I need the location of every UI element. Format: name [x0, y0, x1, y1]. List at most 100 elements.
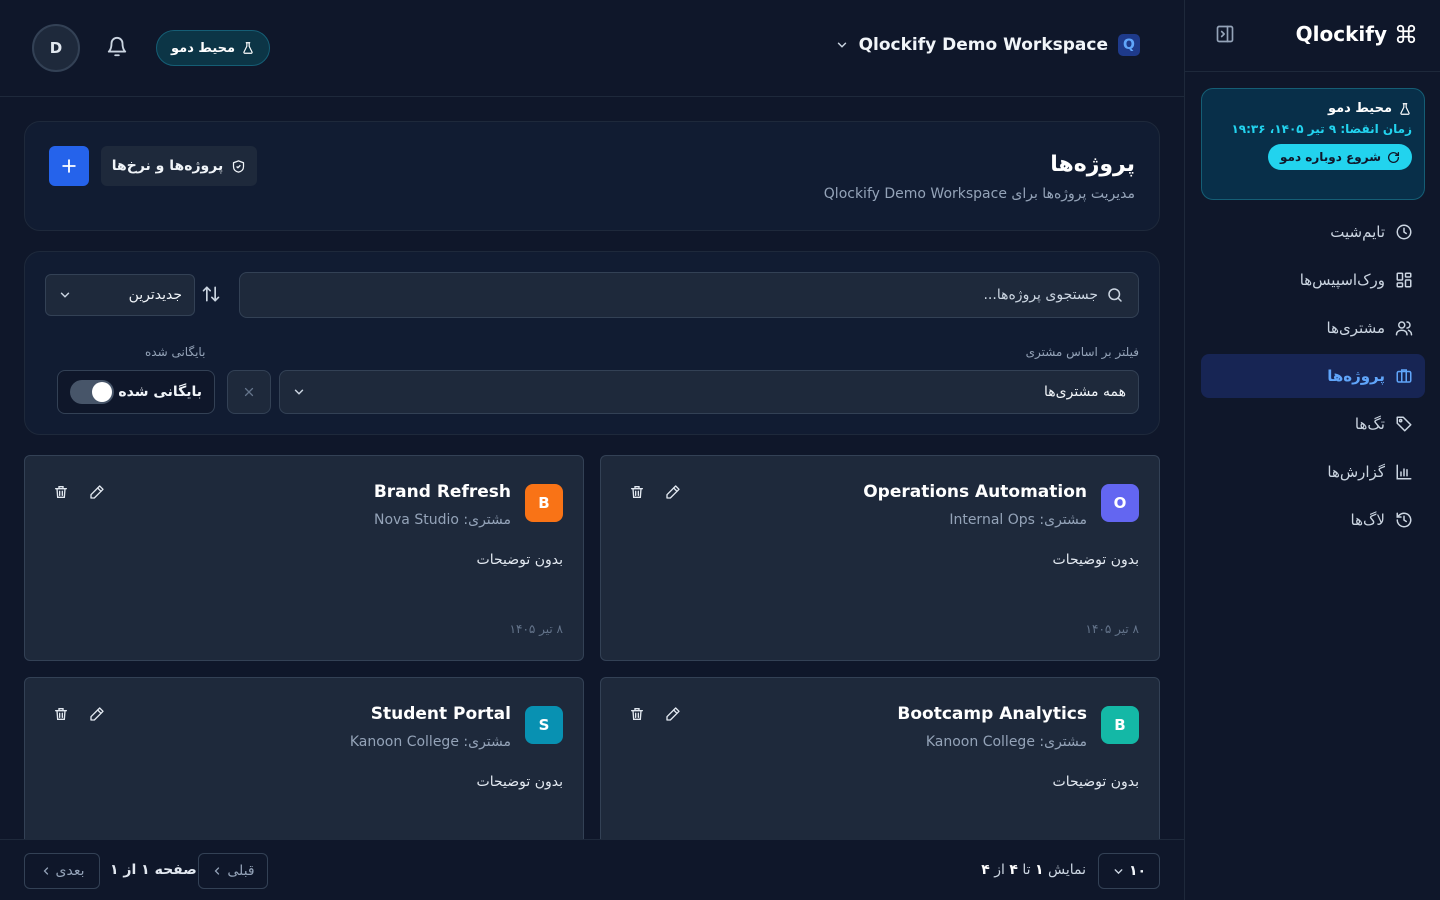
- archived-filter-label: بایگانی شده: [145, 345, 206, 359]
- delete-icon[interactable]: [629, 484, 647, 502]
- project-client: مشتری: Kanoon College: [925, 734, 1087, 750]
- range-to: ۴: [1009, 862, 1018, 878]
- search-box: [239, 272, 1139, 318]
- user-avatar[interactable]: D: [32, 24, 80, 72]
- sidebar-item-clients[interactable]: مشتری‌ها: [1201, 306, 1425, 350]
- project-name: Bootcamp Analytics: [897, 704, 1087, 724]
- archived-toggle[interactable]: بایگانی شده: [57, 370, 215, 414]
- archived-toggle-label: بایگانی شده: [118, 384, 202, 400]
- project-name: Brand Refresh: [373, 482, 511, 502]
- project-card[interactable]: B Bootcamp Analytics مشتری: Kanoon Colle…: [600, 677, 1160, 847]
- project-name: Operations Automation: [863, 482, 1087, 502]
- workspace-badge: Q: [1118, 34, 1140, 56]
- projects-rates-button[interactable]: پروژه‌ها و نرخ‌ها: [101, 146, 257, 186]
- delete-icon[interactable]: [53, 706, 71, 724]
- history-icon: [1396, 512, 1412, 528]
- range-from: ۱: [1034, 862, 1044, 878]
- client-filter-select[interactable]: همه مشتری‌ها: [279, 370, 1139, 414]
- restart-demo-label: شروع دوباره دمو: [1279, 150, 1381, 164]
- edit-icon[interactable]: [89, 706, 107, 724]
- prev-page-button[interactable]: قبلی: [198, 853, 268, 889]
- project-avatar: B: [525, 484, 563, 522]
- project-description: بدون توضیحات: [476, 552, 563, 568]
- project-date: ۸ تیر ۱۴۰۵: [1085, 622, 1139, 636]
- switch-knob: [92, 382, 112, 402]
- filters-panel: جدیدترین فیلتر بر اساس مشتری بایگانی شده…: [24, 251, 1160, 435]
- sidebar-item-label: گزارش‌ها: [1327, 463, 1385, 481]
- restart-demo-button[interactable]: شروع دوباره دمو: [1267, 144, 1412, 170]
- edit-icon[interactable]: [89, 484, 107, 502]
- search-input[interactable]: [254, 287, 1098, 303]
- add-project-button[interactable]: [49, 146, 89, 186]
- sidebar-header: Qlockify: [1185, 0, 1440, 72]
- demo-badge-label: محیط دمو: [171, 40, 236, 56]
- sort-direction-icon[interactable]: [201, 284, 223, 306]
- range-of-word: از: [994, 862, 1005, 878]
- brand[interactable]: Qlockify: [1296, 22, 1417, 46]
- delete-icon[interactable]: [53, 484, 71, 502]
- refresh-icon: [1388, 151, 1400, 163]
- page-subtitle: مدیریت پروژه‌ها برای Qlockify Demo Works…: [823, 186, 1135, 202]
- delete-icon[interactable]: [629, 706, 647, 724]
- demo-box: محیط دمو زمان انقضا: ۹ تیر ۱۴۰۵، ۱۹:۳۶ ش…: [1201, 88, 1425, 200]
- project-card[interactable]: B Brand Refresh مشتری: Nova Studio بدون …: [24, 455, 584, 661]
- sidebar-item-workspaces[interactable]: ورک‌اسپیس‌ها: [1201, 258, 1425, 302]
- chevron-left-icon: [43, 867, 48, 875]
- plus-icon: [62, 159, 76, 173]
- demo-title-text: محیط دمو: [1327, 101, 1392, 116]
- client-filter-label: فیلتر بر اساس مشتری: [1025, 345, 1139, 359]
- sidebar-item-label: تگ‌ها: [1354, 415, 1385, 433]
- edit-icon[interactable]: [665, 484, 683, 502]
- archived-switch[interactable]: [70, 380, 114, 404]
- edit-icon[interactable]: [665, 706, 683, 724]
- workspace-selector[interactable]: Q Qlockify Demo Workspace: [835, 34, 1140, 56]
- project-date: ۸ تیر ۱۴۰۵: [509, 622, 563, 636]
- project-client: مشتری: Internal Ops: [949, 512, 1087, 528]
- sort-value: جدیدترین: [128, 287, 182, 303]
- shield-icon: [233, 159, 245, 173]
- sort-select[interactable]: جدیدترین: [45, 274, 195, 316]
- range-to-word: تا: [1022, 862, 1031, 878]
- grid-icon: [1396, 272, 1412, 288]
- range-total: ۴: [981, 862, 990, 878]
- next-page-button[interactable]: بعدی: [24, 853, 100, 889]
- search-icon: [1108, 288, 1122, 302]
- showing-range: نمایش ۱ تا ۴ از ۴: [981, 862, 1086, 878]
- sidebar-item-label: پروژه‌ها: [1327, 367, 1385, 385]
- sidebar-item-projects[interactable]: پروژه‌ها: [1201, 354, 1425, 398]
- sidebar-nav: تایم‌شیت ورک‌اسپیس‌ها مشتری‌ها پروژه‌ها …: [1201, 210, 1425, 546]
- page-size-select[interactable]: ۱۰: [1098, 853, 1160, 889]
- command-icon: [1396, 24, 1416, 44]
- briefcase-icon: [1396, 369, 1412, 383]
- demo-expiry: زمان انقضا: ۹ تیر ۱۴۰۵، ۱۹:۳۶: [1231, 122, 1412, 136]
- project-avatar: S: [525, 706, 563, 744]
- chevron-down-icon: [60, 292, 70, 298]
- workspace-name: Qlockify Demo Workspace: [858, 35, 1108, 55]
- sidebar-item-logs[interactable]: لاگ‌ها: [1201, 498, 1425, 542]
- sidebar-item-tags[interactable]: تگ‌ها: [1201, 402, 1425, 446]
- topbar: D محیط دمو Q Qlockify Demo Workspace: [0, 0, 1184, 97]
- project-card[interactable]: O Operations Automation مشتری: Internal …: [600, 455, 1160, 661]
- client-filter-value: همه مشتری‌ها: [1044, 384, 1126, 400]
- sidebar: Qlockify محیط دمو زمان انقضا: ۹ تیر ۱۴۰۵…: [1184, 0, 1440, 900]
- page-size-value: ۱۰: [1128, 863, 1147, 879]
- sidebar-item-label: مشتری‌ها: [1326, 319, 1385, 337]
- clock-icon: [1396, 224, 1412, 240]
- showing-prefix: نمایش: [1047, 862, 1086, 878]
- demo-environment-badge: محیط دمو: [156, 30, 271, 66]
- clear-filter-button[interactable]: [227, 370, 271, 414]
- page-indicator: صفحه ۱ از ۱: [110, 862, 197, 878]
- sidebar-item-label: لاگ‌ها: [1350, 511, 1385, 529]
- demo-title: محیط دمو: [1214, 101, 1412, 116]
- chevron-down-icon: [294, 389, 304, 395]
- project-card[interactable]: S Student Portal مشتری: Kanoon College ب…: [24, 677, 584, 847]
- close-icon: [244, 387, 254, 397]
- prev-page-label: قبلی: [227, 863, 255, 879]
- project-description: بدون توضیحات: [1052, 774, 1139, 790]
- collapse-sidebar-icon[interactable]: [1215, 24, 1239, 48]
- sidebar-item-label: ورک‌اسپیس‌ها: [1299, 271, 1385, 289]
- flask-icon: [1400, 102, 1410, 115]
- bell-icon[interactable]: [106, 36, 130, 60]
- sidebar-item-reports[interactable]: گزارش‌ها: [1201, 450, 1425, 494]
- sidebar-item-timesheet[interactable]: تایم‌شیت: [1201, 210, 1425, 254]
